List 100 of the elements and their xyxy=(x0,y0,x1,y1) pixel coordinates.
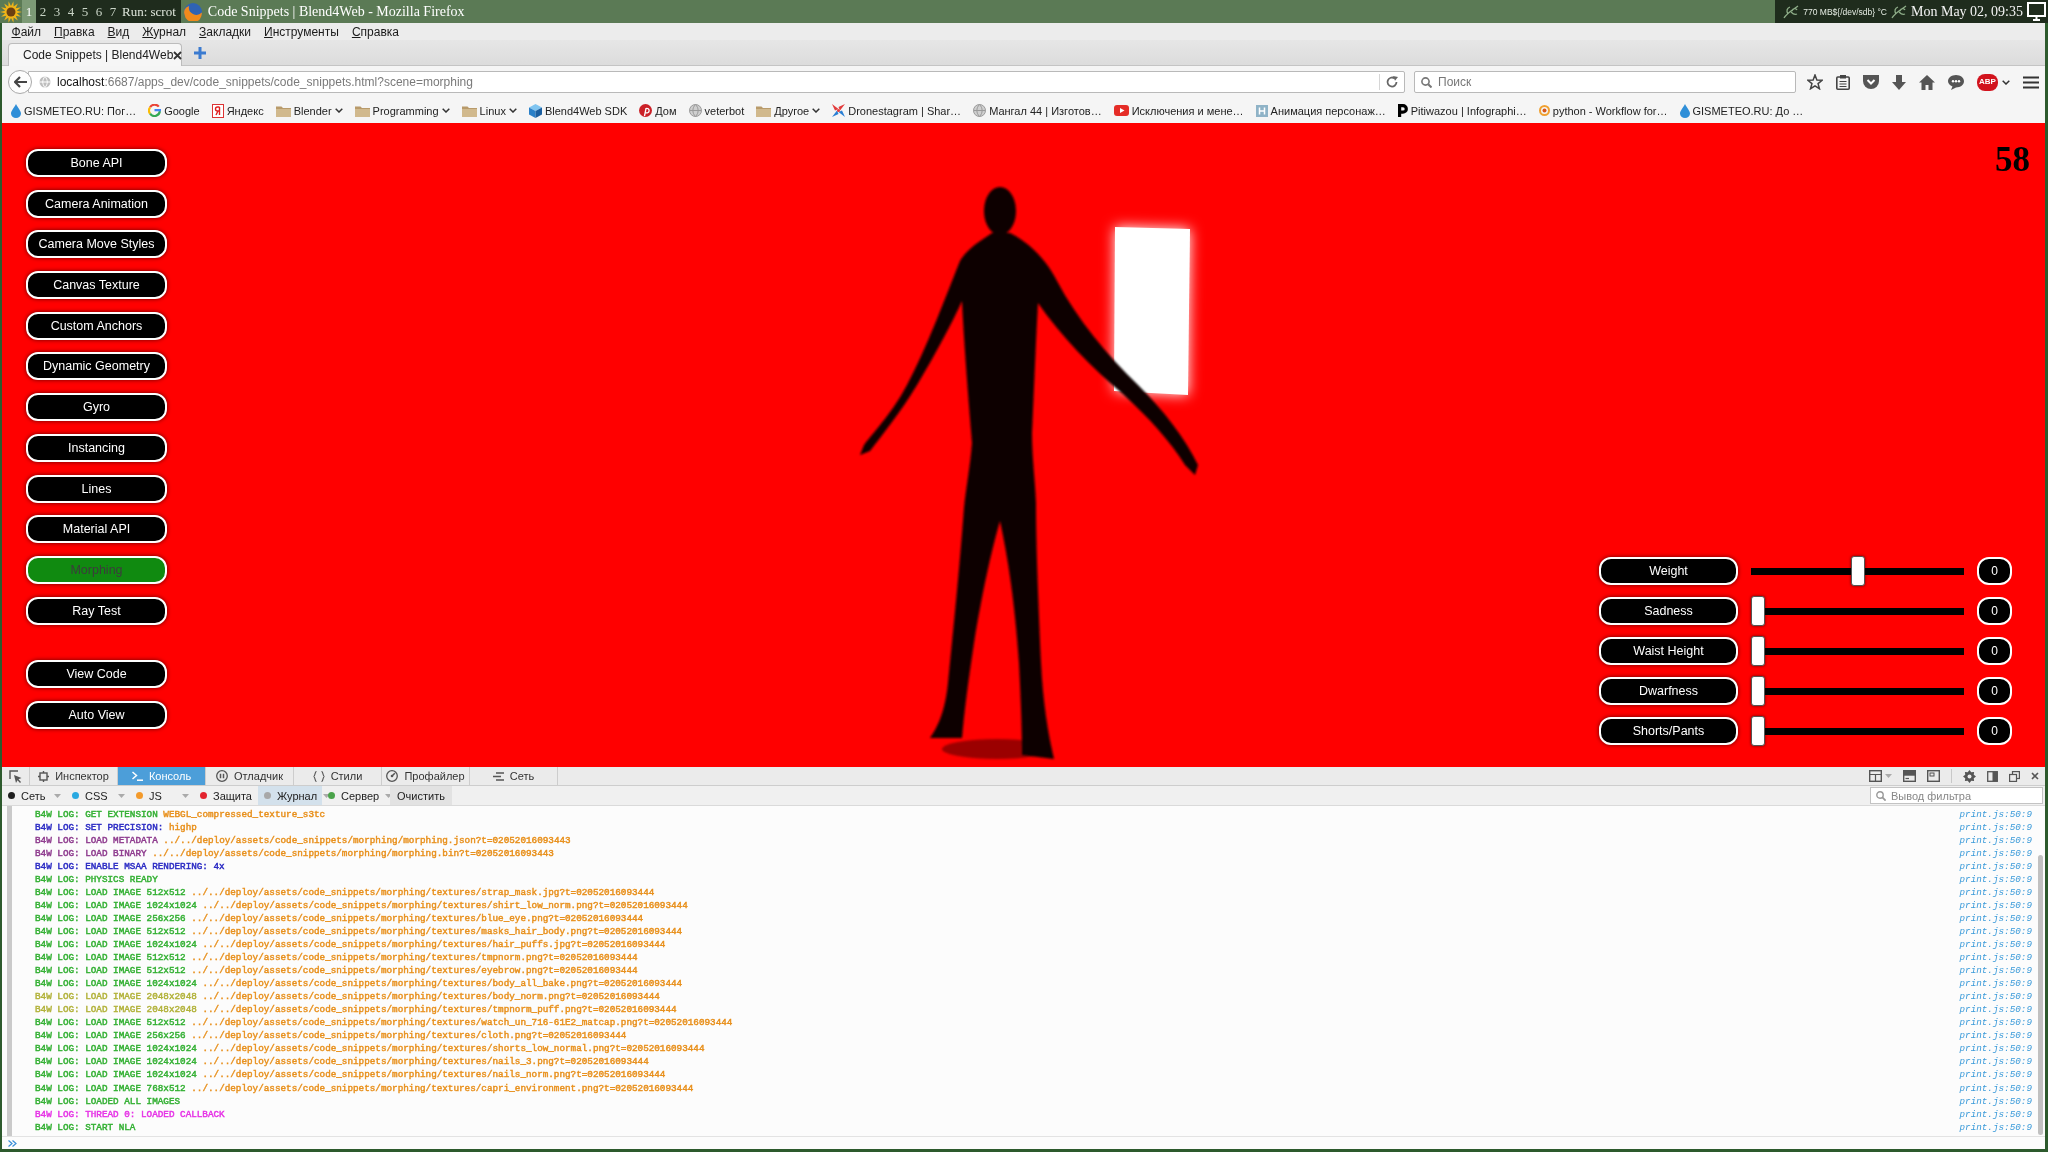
bookmark-item[interactable]: Анимация персонаж… xyxy=(1255,104,1386,117)
filter-button[interactable]: CSS xyxy=(66,786,130,805)
layout-icon[interactable] xyxy=(1869,770,1882,782)
caret-icon xyxy=(323,793,331,798)
letter-tile-icon xyxy=(211,103,224,118)
bookmark-item[interactable]: python - Workflow for… xyxy=(1538,104,1668,117)
scene-button[interactable]: Lines xyxy=(26,474,167,503)
overlapping-squares-icon[interactable] xyxy=(2009,770,2020,782)
bookmark-star-icon[interactable] xyxy=(1807,74,1823,90)
double-chevron-icon xyxy=(8,1139,17,1147)
workspace-button[interactable]: 5 xyxy=(78,0,92,23)
slider-value: 0 xyxy=(1977,717,2012,745)
sunflower-icon xyxy=(0,0,22,23)
speech-bubble-icon[interactable] xyxy=(1948,74,1964,90)
workspace-button[interactable]: 6 xyxy=(92,0,106,23)
leaf-ornament-icon xyxy=(1783,4,1800,19)
caret-icon xyxy=(1885,774,1892,778)
bookmark-item[interactable]: Исключения и мене… xyxy=(1113,104,1244,117)
bookmark-item[interactable]: GISMETEO.RU: До … xyxy=(1679,103,1804,118)
bookmark-item[interactable]: Dronestagram | Shar… xyxy=(832,104,962,117)
menu-item[interactable]: Файл xyxy=(5,24,48,39)
scene-button[interactable]: Gyro xyxy=(26,393,167,422)
back-button[interactable] xyxy=(8,70,32,94)
filter-button[interactable]: Сервер xyxy=(322,786,386,805)
workspace-button[interactable]: 4 xyxy=(64,0,78,23)
action-button[interactable]: View Code xyxy=(26,660,167,689)
slider-thumb[interactable] xyxy=(1751,716,1765,746)
clear-button[interactable]: Очистить xyxy=(390,786,452,805)
bookmark-item[interactable]: Мангал 44 | Изготов… xyxy=(973,104,1102,117)
bookmark-item[interactable]: Google xyxy=(148,104,200,117)
devtools-tab[interactable]: Сеть xyxy=(470,767,558,785)
scene-button[interactable]: Instancing xyxy=(26,433,167,462)
scene-button[interactable]: Ray Test xyxy=(26,596,167,625)
devtools-tab[interactable]: Профайлер xyxy=(382,767,470,785)
filter-button[interactable]: Сеть xyxy=(2,786,66,805)
scene-button[interactable]: Camera Move Styles xyxy=(26,230,167,259)
menu-item[interactable]: Журнал xyxy=(135,24,193,39)
bookmark-item[interactable]: Programming xyxy=(354,104,450,117)
console-input[interactable] xyxy=(2,1136,2045,1149)
leaf-ornament-icon xyxy=(1891,4,1907,19)
p-mark-icon xyxy=(1397,104,1408,117)
slider-thumb[interactable] xyxy=(1751,596,1765,626)
workspace-button[interactable]: 7 xyxy=(106,0,120,23)
globe-icon xyxy=(688,104,702,117)
bookmark-item[interactable]: GISMETEO.RU: Пог… xyxy=(11,103,137,118)
workspace-button[interactable]: 2 xyxy=(36,0,50,23)
chevron-badge-icon[interactable] xyxy=(1863,75,1879,89)
bookmark-item[interactable]: Яндекс xyxy=(211,103,264,118)
bookmark-item[interactable]: Другое xyxy=(756,104,821,117)
split-panel-icon[interactable] xyxy=(1903,770,1916,782)
menu-item[interactable]: Правка xyxy=(47,24,102,39)
menu-item[interactable]: Справка xyxy=(345,24,406,39)
clipboard-list-icon[interactable] xyxy=(1836,74,1850,90)
cube-icon xyxy=(528,103,542,118)
scene-button[interactable]: Custom Anchors xyxy=(26,311,167,340)
scrollbar-thumb[interactable] xyxy=(2038,855,2043,1135)
filter-button[interactable]: JS xyxy=(130,786,194,805)
search-field[interactable]: Поиск xyxy=(1414,71,1796,93)
slider-value: 0 xyxy=(1977,677,2012,705)
menu-item[interactable]: Закладки xyxy=(192,24,258,39)
filter-field[interactable]: Вывод фильтра xyxy=(1870,787,2043,804)
reload-icon[interactable] xyxy=(1386,76,1398,88)
menu-item[interactable]: Инструменты xyxy=(257,24,346,39)
menu-icon[interactable] xyxy=(2023,75,2039,89)
scene-button[interactable]: Dynamic Geometry xyxy=(26,352,167,381)
settings-icon[interactable] xyxy=(1963,769,1976,783)
arrow-left-icon xyxy=(13,76,27,88)
adblock-button[interactable]: ABP xyxy=(1977,73,1998,91)
slider-thumb[interactable] xyxy=(1751,636,1765,666)
devtools-tab[interactable]: Стили xyxy=(294,767,382,785)
bookmark-item[interactable]: Pitiwazou | Infographi… xyxy=(1397,104,1527,117)
scene-button[interactable]: Canvas Texture xyxy=(26,271,167,300)
workspace-button[interactable]: 3 xyxy=(50,0,64,23)
globe-icon xyxy=(39,76,51,88)
download-arrow-icon[interactable] xyxy=(1892,74,1906,90)
devtools-tab[interactable]: Отладчик xyxy=(206,767,294,785)
frame-icon[interactable] xyxy=(1927,770,1940,782)
bookmark-item[interactable]: Linux xyxy=(461,104,517,117)
close-icon[interactable] xyxy=(173,50,183,60)
new-tab-icon[interactable] xyxy=(194,46,206,59)
list-lines-icon xyxy=(492,771,504,781)
log-message: B4W LOG: LOAD IMAGE 2048x2048 ../../deploy/assets/code_snippets/morphing/textures/body_norm.png?t=02052016093444 xyxy=(35,991,660,1003)
action-button[interactable]: Auto View xyxy=(26,701,167,730)
bookmark-item[interactable]: veterbot xyxy=(688,104,745,117)
bookmark-item[interactable]: Blend4Web SDK xyxy=(528,103,628,118)
screen-icon[interactable] xyxy=(2027,2,2046,21)
slider-thumb[interactable] xyxy=(1850,556,1865,586)
menu-item[interactable]: Вид xyxy=(101,24,136,39)
address-field[interactable]: localhost:6687/apps_dev/code_snippets/code_snippets.html?scene=morphing xyxy=(28,71,1405,93)
close-icon[interactable] xyxy=(2031,772,2039,780)
home-icon[interactable] xyxy=(1919,74,1935,90)
bookmark-item[interactable]: Blender xyxy=(275,104,343,117)
browser-tab[interactable]: Code Snippets | Blend4Web xyxy=(8,43,182,66)
dock-side-icon[interactable] xyxy=(1987,770,1998,782)
slider-thumb[interactable] xyxy=(1751,676,1765,706)
scene-button[interactable]: Bone API xyxy=(26,149,167,177)
scene-button[interactable]: Material API xyxy=(26,515,167,544)
window-title: Code Snippets | Blend4Web - Mozilla Firefox xyxy=(207,3,465,20)
bookmark-item[interactable]: Дом xyxy=(639,104,677,117)
scene-button[interactable]: Camera Animation xyxy=(26,189,167,218)
